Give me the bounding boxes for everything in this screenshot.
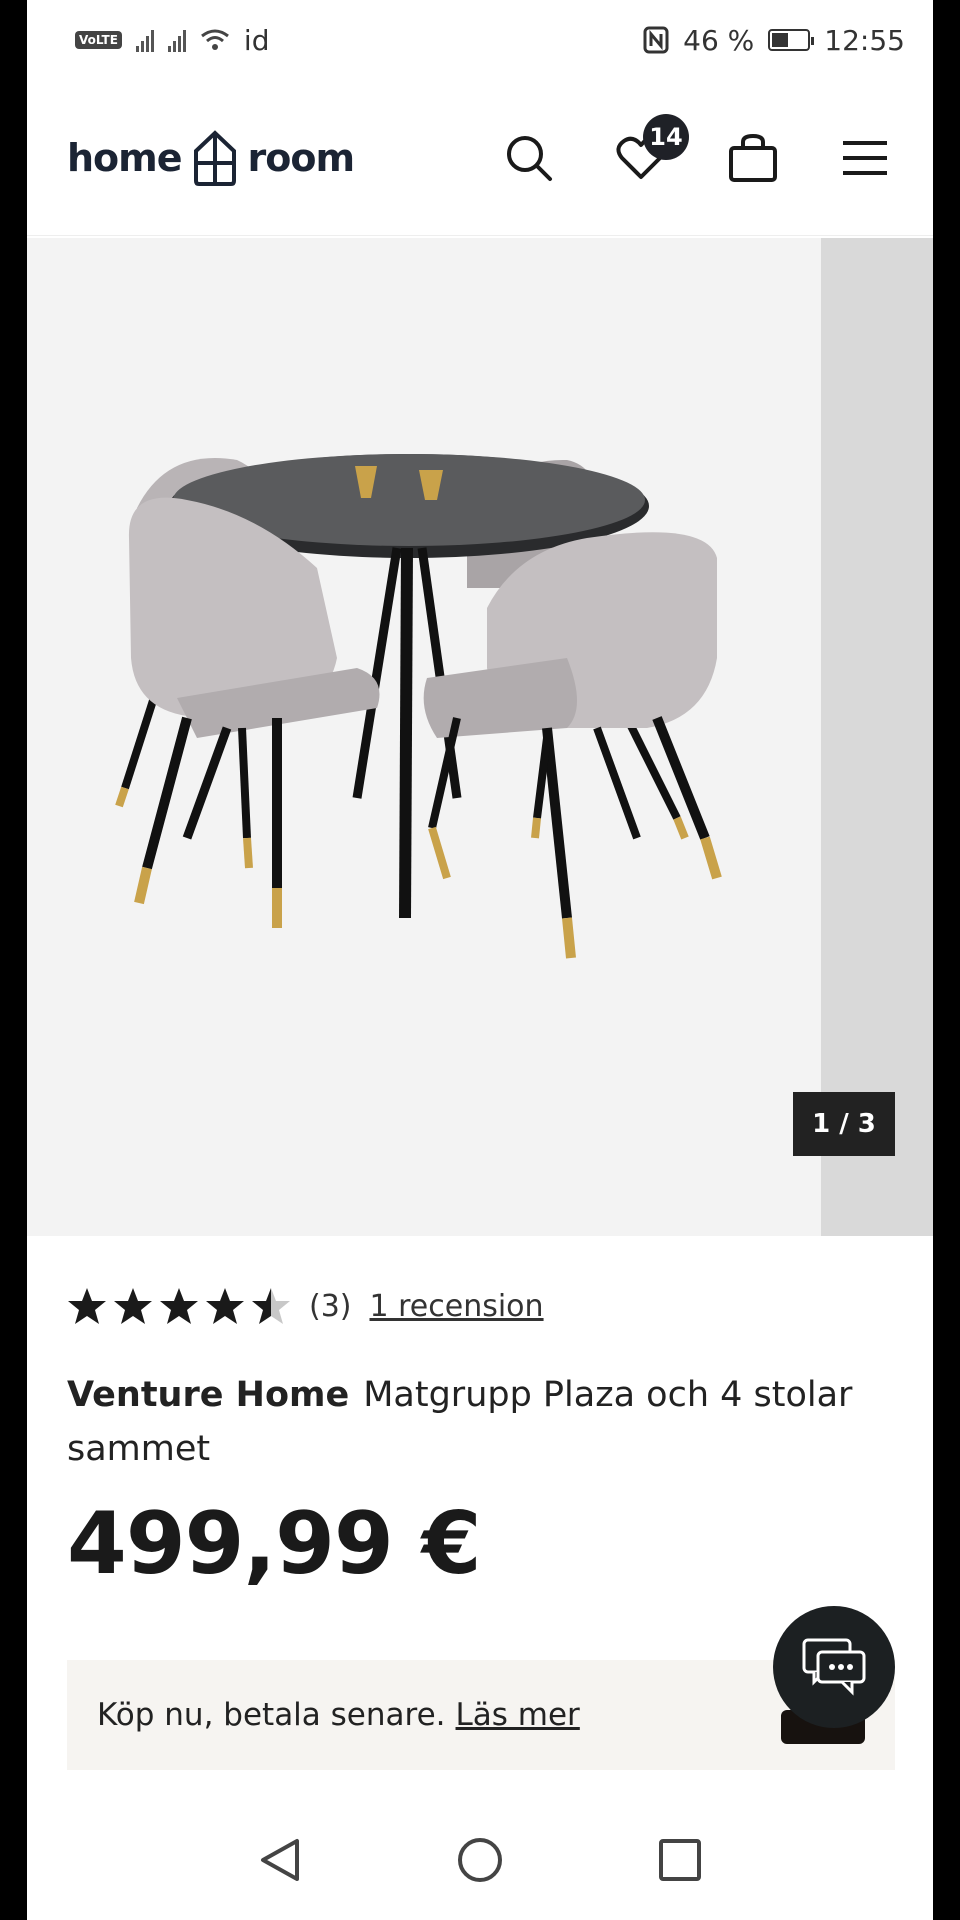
product-title: Venture Home Matgrupp Plaza och 4 stolar … <box>67 1368 907 1476</box>
wishlist-count-badge: 14 <box>643 113 689 160</box>
status-bar: VoLTE id 46 % 12:55 <box>27 0 933 80</box>
status-right: 46 % 12:55 <box>643 24 905 57</box>
klarna-text: Köp nu, betala senare. <box>97 1697 446 1733</box>
logo-text-left: home <box>67 135 183 180</box>
logo-text-right: room <box>247 135 356 180</box>
home-room-logo[interactable]: home room <box>67 129 356 187</box>
bag-icon <box>729 133 777 182</box>
klarna-banner: Köp nu, betala senare. Läs mer <box>67 1660 895 1770</box>
system-nav-bar <box>27 1800 933 1920</box>
battery-percent: 46 % <box>683 23 755 57</box>
back-icon[interactable] <box>255 1835 305 1885</box>
product-price: 499,99 € <box>67 1494 482 1594</box>
chat-icon <box>802 1638 866 1696</box>
star-icon <box>252 1288 290 1324</box>
battery-fill <box>772 33 788 47</box>
header-actions: 14 <box>501 113 893 186</box>
image-counter: 1 / 3 <box>793 1092 895 1156</box>
search-button[interactable] <box>501 130 557 186</box>
star-icon <box>160 1288 198 1324</box>
next-image-preview[interactable] <box>821 238 933 1236</box>
app-screen: VoLTE id 46 % 12:55 home room 14 1 / 3 (… <box>27 0 933 1920</box>
nfc-icon <box>643 26 669 54</box>
rating-row: (3) 1 recension <box>67 1286 544 1326</box>
network-label: id <box>243 23 270 57</box>
menu-button[interactable] <box>837 130 893 186</box>
recents-icon[interactable] <box>655 1835 705 1885</box>
menu-icon <box>843 140 887 175</box>
signal-icon-2 <box>167 28 186 52</box>
home-icon[interactable] <box>455 1835 505 1885</box>
site-header: home room 14 <box>27 80 933 236</box>
status-left: VoLTE id <box>75 24 269 57</box>
star-icon <box>114 1288 152 1324</box>
product-brand[interactable]: Venture Home <box>67 1375 349 1415</box>
chat-button[interactable] <box>773 1606 895 1728</box>
product-image-gallery[interactable]: 1 / 3 <box>27 238 933 1236</box>
cart-button[interactable] <box>725 130 781 186</box>
star-icon <box>206 1288 244 1324</box>
signal-icon <box>135 28 154 52</box>
clock: 12:55 <box>824 23 905 57</box>
klarna-read-more-link[interactable]: Läs mer <box>456 1697 580 1733</box>
star-rating <box>67 1286 291 1326</box>
reviews-link[interactable]: 1 recension <box>370 1289 544 1324</box>
volte-indicator: VoLTE <box>75 31 122 49</box>
wishlist-button[interactable]: 14 <box>613 113 689 186</box>
search-icon <box>507 135 552 181</box>
star-icon <box>68 1288 106 1324</box>
logo-house-icon <box>193 129 236 186</box>
dining-set-illustration <box>115 454 722 959</box>
battery-icon <box>768 29 815 51</box>
wifi-icon <box>201 29 229 50</box>
product-image[interactable] <box>27 238 821 1236</box>
rating-count: (3) <box>309 1288 352 1324</box>
